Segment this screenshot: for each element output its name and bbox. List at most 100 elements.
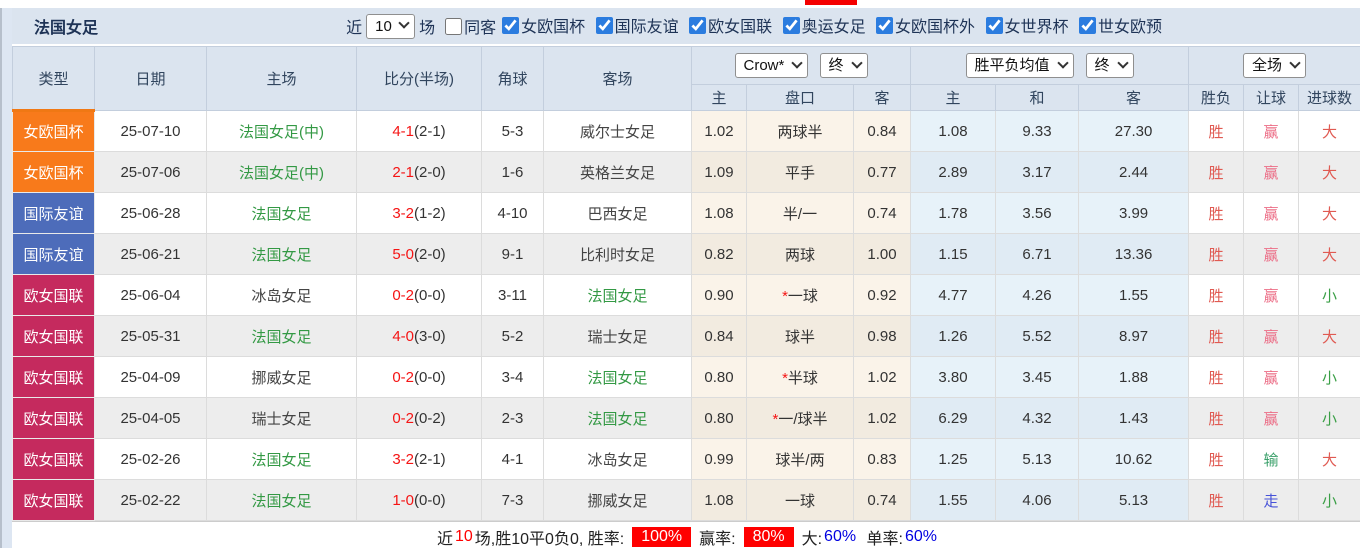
away-team[interactable]: 巴西女足: [543, 192, 692, 234]
league-filter[interactable]: 欧女国联: [683, 13, 772, 37]
home-team[interactable]: 法国女足(中): [206, 151, 357, 193]
league-filter-checkbox[interactable]: [1078, 16, 1096, 34]
handicap-cell: 两球半: [746, 110, 854, 152]
avg-select-wrap: 胜平负均值: [965, 53, 1074, 78]
avg-state-select[interactable]: 终: [1085, 53, 1134, 78]
odds-away: 0.77: [852, 151, 912, 193]
sub-header-odds-away: 客: [852, 84, 912, 111]
col-header-score[interactable]: 比分(半场): [356, 46, 482, 111]
league-filter-checkbox[interactable]: [502, 16, 520, 34]
same-away-checkbox[interactable]: [445, 17, 463, 35]
away-team[interactable]: 冰岛女足: [543, 438, 692, 480]
home-team[interactable]: 法国女足: [206, 315, 357, 357]
result-wdl: 胜: [1188, 274, 1245, 316]
company-select-wrap: Crow*: [734, 53, 808, 78]
league-filter-label: 欧女国联: [708, 19, 773, 37]
league-filter[interactable]: 女欧国杯外: [870, 13, 975, 37]
scope-select-wrap: 全场: [1243, 53, 1307, 78]
league-badge: 国际友谊: [12, 233, 95, 275]
col-header-home[interactable]: 主场: [206, 46, 357, 111]
result-handicap: 走: [1243, 479, 1300, 521]
avg-away-odds: 5.13: [1078, 479, 1190, 521]
scope-select-group: 全场: [1188, 46, 1360, 85]
away-team[interactable]: 英格兰女足: [543, 151, 692, 193]
scope-select[interactable]: 全场: [1243, 53, 1307, 78]
result-handicap: 赢: [1243, 151, 1300, 193]
home-team[interactable]: 法国女足: [206, 479, 357, 521]
odds-home: 0.80: [691, 397, 747, 439]
col-header-away[interactable]: 客场: [543, 46, 692, 111]
handicap-cell: 球半/两: [746, 438, 854, 480]
sub-header-handicap-result: 让球: [1243, 84, 1300, 111]
summary-bar: 近 10 场,胜10平0负0, 胜率: 100% 赢率: 80% 大: 60% 单率: 60%: [12, 521, 1360, 551]
league-filter[interactable]: 世女欧预: [1073, 13, 1162, 37]
big-rate-label: 大:: [801, 530, 823, 548]
league-filter[interactable]: 奥运女足: [777, 13, 866, 37]
league-filter[interactable]: 女欧国杯: [496, 13, 585, 37]
result-wdl: 胜: [1188, 356, 1245, 398]
final-score: 0-2: [392, 368, 414, 386]
away-team[interactable]: 挪威女足: [543, 479, 692, 521]
away-team[interactable]: 法国女足: [543, 356, 692, 398]
col-header-type[interactable]: 类型: [12, 46, 95, 112]
page: 法国女足 近 10 场 同客 女欧国杯 国际友谊 欧女国联 奥运女足 女欧国杯外…: [0, 0, 1360, 559]
home-team[interactable]: 法国女足: [206, 438, 357, 480]
league-badge: 欧女国联: [12, 438, 95, 480]
col-header-corner[interactable]: 角球: [481, 46, 544, 111]
handicap-value: 半/一: [782, 205, 818, 223]
page-title: 法国女足: [34, 20, 99, 37]
league-filter-checkbox[interactable]: [876, 16, 894, 34]
company-state-select-wrap: 终: [819, 53, 868, 78]
league-filter-checkbox[interactable]: [595, 16, 613, 34]
avg-draw-odds: 6.71: [995, 233, 1080, 275]
away-team[interactable]: 比利时女足: [543, 233, 692, 275]
league-filter-checkbox[interactable]: [985, 16, 1003, 34]
home-team[interactable]: 法国女足: [206, 192, 357, 234]
recent-count-select[interactable]: 10: [366, 13, 416, 39]
avg-home-odds: 1.25: [910, 438, 997, 480]
league-filter[interactable]: 国际友谊: [590, 13, 679, 37]
avg-home-odds: 4.77: [910, 274, 997, 316]
avg-home-odds: 2.89: [910, 151, 997, 193]
away-team[interactable]: 瑞士女足: [543, 315, 692, 357]
away-team[interactable]: 法国女足: [543, 397, 692, 439]
recent-count-select-wrap: 10: [366, 13, 416, 39]
home-team[interactable]: 挪威女足: [206, 356, 357, 398]
home-team[interactable]: 瑞士女足: [206, 397, 357, 439]
away-team[interactable]: 法国女足: [543, 274, 692, 316]
handicap-cell: 球半: [746, 315, 854, 357]
avg-home-odds: 1.15: [910, 233, 997, 275]
away-team[interactable]: 威尔士女足: [543, 110, 692, 152]
handicap-value: 球半/两: [775, 451, 825, 469]
odds-company-select[interactable]: Crow*: [734, 53, 808, 78]
league-filter[interactable]: 女世界杯: [980, 13, 1069, 37]
home-team[interactable]: 法国女足: [206, 233, 357, 275]
top-strip: [0, 0, 1360, 8]
final-score: 4-0: [392, 327, 414, 345]
avg-away-odds: 13.36: [1078, 233, 1190, 275]
avg-home-odds: 1.26: [910, 315, 997, 357]
match-row: 国际友谊 25-06-28 法国女足 3-2(1-2) 4-10 巴西女足 1.…: [12, 192, 1360, 234]
home-team[interactable]: 法国女足(中): [206, 110, 357, 152]
single-rate-value: 60%: [904, 527, 938, 545]
left-gutter: [0, 8, 12, 548]
handicap-cell: 两球: [746, 233, 854, 275]
half-score: (0-2): [414, 409, 446, 427]
league-badge: 欧女国联: [12, 397, 95, 439]
avg-draw-odds: 4.06: [995, 479, 1080, 521]
avg-away-odds: 1.55: [1078, 274, 1190, 316]
league-filter-label: 女世界杯: [1004, 19, 1069, 37]
home-team[interactable]: 冰岛女足: [206, 274, 357, 316]
same-away-toggle[interactable]: 同客: [439, 14, 496, 38]
league-filter-checkbox[interactable]: [782, 16, 800, 34]
match-row: 欧女国联 25-04-05 瑞士女足 0-2(0-2) 2-3 法国女足 0.8…: [12, 397, 1360, 439]
result-wdl: 胜: [1188, 315, 1245, 357]
handicap-value: 一/球半: [778, 410, 828, 428]
avg-draw-odds: 5.13: [995, 438, 1080, 480]
avg-odds-select[interactable]: 胜平负均值: [965, 53, 1074, 78]
odds-state-select[interactable]: 终: [819, 53, 868, 78]
league-filter-checkbox[interactable]: [689, 16, 707, 34]
col-header-date[interactable]: 日期: [94, 46, 207, 111]
result-handicap: 输: [1243, 438, 1300, 480]
result-handicap: 赢: [1243, 274, 1300, 316]
